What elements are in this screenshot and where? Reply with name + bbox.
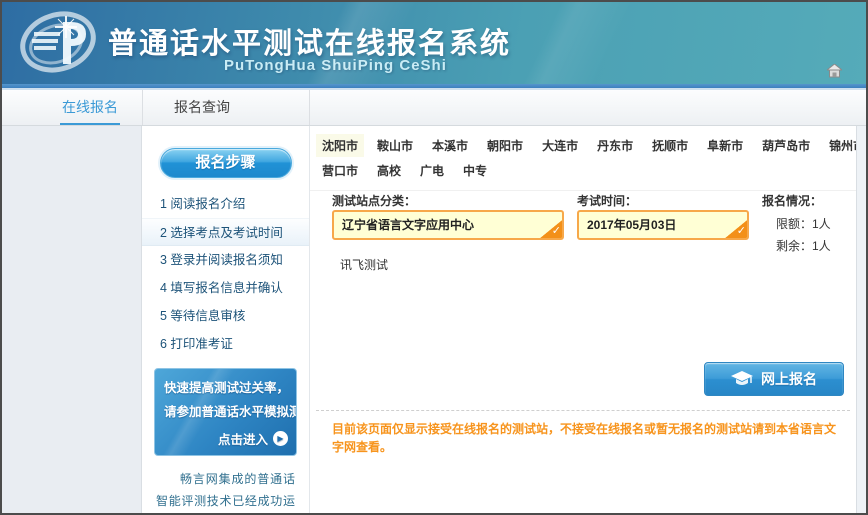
exam-time-selected-option[interactable]: 2017年05月03日 ✓ xyxy=(577,210,749,240)
city-tab-benxi[interactable]: 本溪市 xyxy=(426,134,474,157)
step-item-4[interactable]: 4 填写报名信息并确认 xyxy=(142,274,309,302)
right-gutter xyxy=(856,126,866,513)
main-panel: 沈阳市 鞍山市 本溪市 朝阳市 大连市 丹东市 抚顺市 阜新市 葫芦岛市 锦州市… xyxy=(309,126,856,513)
steps-title-button[interactable]: 报名步骤 xyxy=(160,148,292,178)
check-icon: ✓ xyxy=(737,218,746,240)
city-tab-gaoxiao[interactable]: 高校 xyxy=(371,159,407,182)
city-tab-shenyang[interactable]: 沈阳市 xyxy=(316,134,364,157)
promo-line-2: 请参加普通话水平模拟测试 xyxy=(164,400,287,424)
city-tabs-row-2: 营口市 高校 广电 中专 xyxy=(316,159,850,182)
nav-separator xyxy=(309,90,310,125)
city-tabs: 沈阳市 鞍山市 本溪市 朝阳市 大连市 丹东市 抚顺市 阜新市 葫芦岛市 锦州市… xyxy=(310,126,856,191)
app-header: 普通话水平测试在线报名系统 PuTongHua ShuiPing CeShi xyxy=(2,2,866,84)
graduation-cap-icon xyxy=(731,371,753,387)
tab-registration-query[interactable]: 报名查询 xyxy=(174,90,230,125)
selected-corner-badge: ✓ xyxy=(540,220,562,238)
quota-value: 限额：1人 xyxy=(776,215,831,232)
city-tab-chaoyang[interactable]: 朝阳市 xyxy=(481,134,529,157)
promo-cta-label: 点击进入 xyxy=(218,429,268,448)
promo-line-1: 快速提高测试过关率， xyxy=(164,376,287,400)
dashed-separator xyxy=(316,410,850,411)
steps-list: 1 阅读报名介绍 2 选择考点及考试时间 3 登录并阅读报名须知 4 填写报名信… xyxy=(142,190,309,358)
site-category-label: 测试站点分类： xyxy=(332,192,416,209)
nav-separator xyxy=(142,90,143,125)
step-item-5[interactable]: 5 等待信息审核 xyxy=(142,302,309,330)
register-button-label: 网上报名 xyxy=(761,369,817,389)
promo-enter-link[interactable]: 点击进入 ▶ xyxy=(218,429,288,448)
sidebar-intro-text: 畅言网集成的普通话智能评测技术已经成功运用于上海、安徽等多个省市的普通话水平 xyxy=(156,468,295,513)
step-item-2-active[interactable]: 2 选择考点及考试时间 xyxy=(142,218,309,246)
mock-test-promo-banner[interactable]: 快速提高测试过关率， 请参加普通话水平模拟测试 点击进入 ▶ xyxy=(154,368,297,456)
exam-time-label: 考试时间： xyxy=(577,192,637,209)
main-nav: 在线报名 报名查询 xyxy=(2,90,866,126)
page-subtitle: PuTongHua ShuiPing CeShi xyxy=(224,57,447,74)
city-tab-fushun[interactable]: 抚顺市 xyxy=(646,134,694,157)
left-gutter xyxy=(2,126,142,513)
city-tab-zhongzhuan[interactable]: 中专 xyxy=(457,159,493,182)
city-tabs-row-1: 沈阳市 鞍山市 本溪市 朝阳市 大连市 丹东市 抚顺市 阜新市 葫芦岛市 锦州市… xyxy=(316,134,850,157)
city-tab-yingkou[interactable]: 营口市 xyxy=(316,159,364,182)
sidebar: 报名步骤 1 阅读报名介绍 2 选择考点及考试时间 3 登录并阅读报名须知 4 … xyxy=(142,126,309,513)
check-icon: ✓ xyxy=(552,218,561,240)
remaining-value: 剩余：1人 xyxy=(776,237,831,254)
city-tab-huludao[interactable]: 葫芦岛市 xyxy=(756,134,816,157)
city-tab-dalian[interactable]: 大连市 xyxy=(536,134,584,157)
site-selected-option[interactable]: 辽宁省语言文字应用中心 ✓ xyxy=(332,210,564,240)
city-tab-jinzhou[interactable]: 锦州市 xyxy=(823,134,856,157)
city-tab-dandong[interactable]: 丹东市 xyxy=(591,134,639,157)
home-icon[interactable] xyxy=(827,64,842,78)
content-area: 报名步骤 1 阅读报名介绍 2 选择考点及考试时间 3 登录并阅读报名须知 4 … xyxy=(2,126,866,513)
city-tab-guangdian[interactable]: 广电 xyxy=(414,159,450,182)
selected-corner-badge: ✓ xyxy=(725,220,747,238)
step-item-3[interactable]: 3 登录并阅读报名须知 xyxy=(142,246,309,274)
app-logo xyxy=(8,4,108,82)
site-alt-option[interactable]: 讯飞测试 xyxy=(340,256,388,273)
page-title: 普通话水平测试在线报名系统 xyxy=(108,20,511,62)
step-item-6[interactable]: 6 打印准考证 xyxy=(142,330,309,358)
step-item-1[interactable]: 1 阅读报名介绍 xyxy=(142,190,309,218)
tab-online-registration[interactable]: 在线报名 xyxy=(62,90,118,125)
app-window: 普通话水平测试在线报名系统 PuTongHua ShuiPing CeShi 在… xyxy=(0,0,868,515)
city-tab-anshan[interactable]: 鞍山市 xyxy=(371,134,419,157)
site-selected-text: 辽宁省语言文字应用中心 xyxy=(342,218,474,232)
online-register-button[interactable]: 网上报名 xyxy=(704,362,844,396)
city-tab-fuxin[interactable]: 阜新市 xyxy=(701,134,749,157)
play-icon: ▶ xyxy=(273,431,288,446)
exam-time-text: 2017年05月03日 xyxy=(587,218,676,232)
registration-status-label: 报名情况： xyxy=(762,192,822,209)
page-notice-text: 目前该页面仅显示接受在线报名的测试站，不接受在线报名或暂无报名的测试站请到本省语… xyxy=(332,420,846,456)
